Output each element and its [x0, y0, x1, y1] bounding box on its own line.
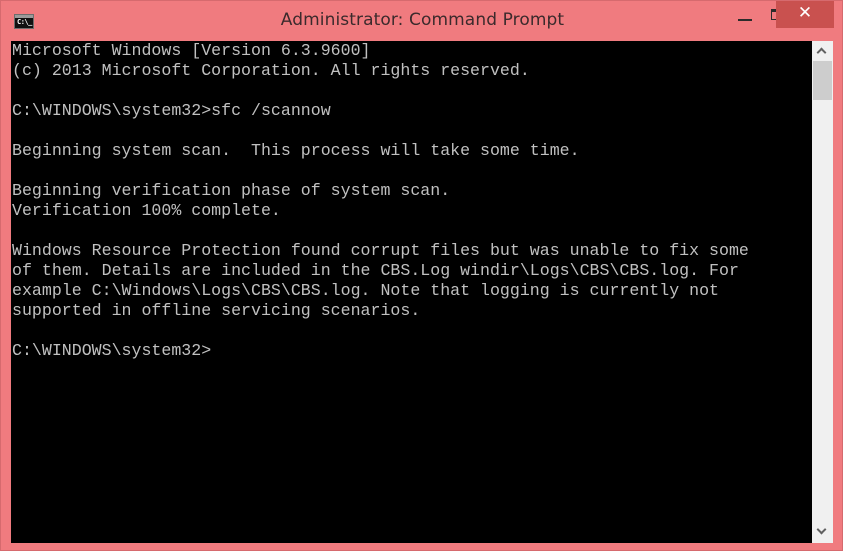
- console-line: of them. Details are included in the CBS…: [12, 261, 739, 280]
- title-bar[interactable]: C:\_ Administrator: Command Prompt ✕: [1, 1, 843, 41]
- console-line: Microsoft Windows [Version 6.3.9600]: [12, 41, 371, 60]
- command-prompt-window: C:\_ Administrator: Command Prompt ✕ Mic…: [0, 0, 843, 551]
- scrollbar-thumb[interactable]: [813, 61, 832, 100]
- console-line: Verification 100% complete.: [12, 201, 281, 220]
- console-line: Windows Resource Protection found corrup…: [12, 241, 749, 260]
- console-line: Beginning system scan. This process will…: [12, 141, 580, 160]
- console-line: C:\WINDOWS\system32>sfc /scannow: [12, 101, 331, 120]
- console-output[interactable]: Microsoft Windows [Version 6.3.9600] (c)…: [11, 41, 812, 543]
- scroll-up-button[interactable]: [812, 41, 833, 61]
- chevron-down-icon: [816, 524, 827, 535]
- console-line: Beginning verification phase of system s…: [12, 181, 451, 200]
- console-line: supported in offline servicing scenarios…: [12, 301, 421, 320]
- close-button[interactable]: ✕: [776, 1, 834, 28]
- scroll-down-button[interactable]: [812, 523, 833, 543]
- vertical-scrollbar[interactable]: [812, 41, 833, 543]
- console-line: C:\WINDOWS\system32>: [12, 341, 212, 360]
- console-text: Microsoft Windows [Version 6.3.9600] (c)…: [11, 41, 812, 361]
- chevron-up-icon: [816, 47, 827, 58]
- close-icon: ✕: [797, 3, 813, 23]
- console-line: (c) 2013 Microsoft Corporation. All righ…: [12, 61, 530, 80]
- console-line: example C:\Windows\Logs\CBS\CBS.log. Not…: [12, 281, 720, 300]
